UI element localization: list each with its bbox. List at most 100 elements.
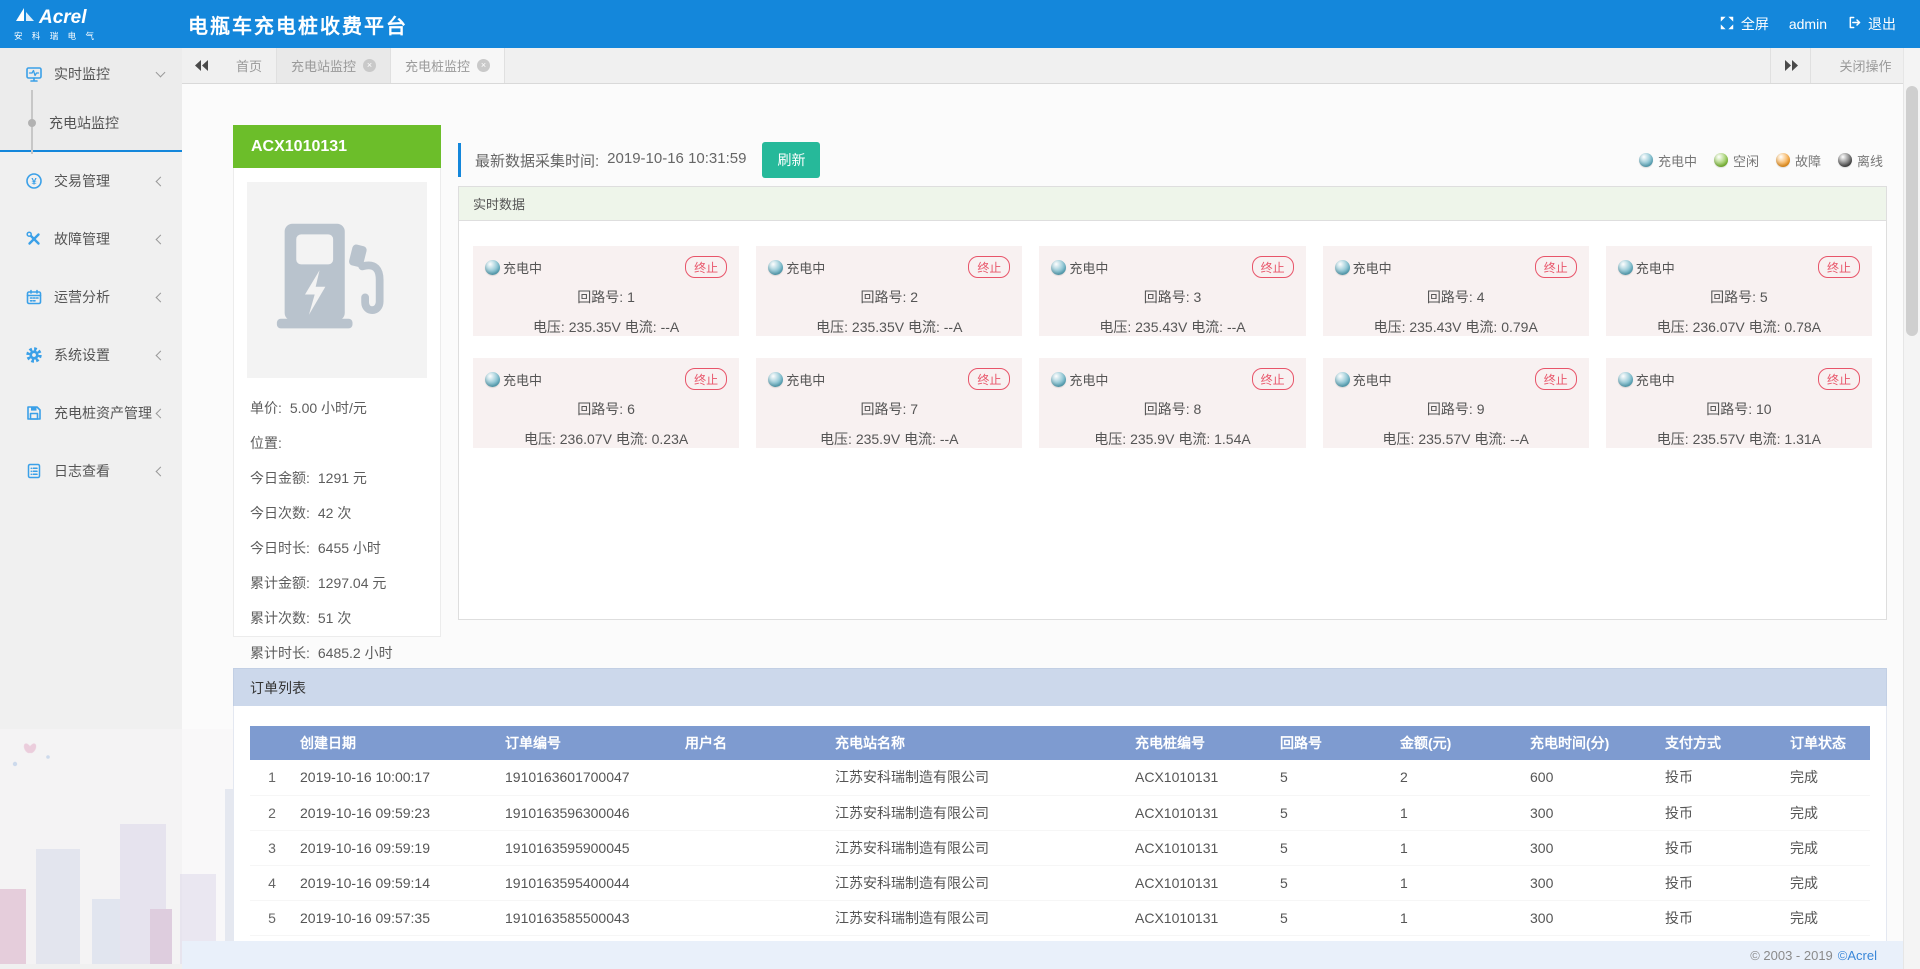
legend-item: 充电中 [1639, 151, 1697, 170]
cell-charge-minutes: 300 [1524, 900, 1659, 935]
scrollbar-thumb[interactable] [1906, 86, 1918, 336]
circuit-card: 充电中 终止 回路号: 9 电压: 235.57 [1323, 358, 1589, 448]
cell-created-date: 2019-10-16 09:57:35 [294, 900, 499, 935]
order-row[interactable]: 2 2019-10-16 09:59:23 1910163596300046 江… [250, 795, 1870, 830]
stat-value: 1291 元 [318, 468, 367, 488]
close-icon[interactable]: × [477, 59, 490, 72]
fullscreen-button[interactable]: 全屏 [1719, 14, 1769, 34]
terminate-button[interactable]: 终止 [968, 256, 1010, 278]
footer: © 2003 - 2019 ©Acrel [182, 941, 1903, 969]
voltage-value: 235.43V [1409, 319, 1461, 335]
sidebar-subitem-station-monitor[interactable]: 充电站监控 [0, 100, 182, 146]
column-header: 回路号 [1274, 726, 1394, 760]
terminate-button[interactable]: 终止 [1818, 368, 1860, 390]
sidebar-item-realtime-monitor[interactable]: 实时监控 [0, 48, 182, 100]
circuit-no-value: 6 [627, 401, 635, 417]
refresh-button[interactable]: 刷新 [762, 142, 820, 178]
sidebar-item-analysis[interactable]: 运营分析 [0, 268, 182, 326]
tab-pile-monitor[interactable]: 充电桩监控 × [391, 48, 505, 83]
order-row[interactable]: 5 2019-10-16 09:57:35 1910163585500043 江… [250, 900, 1870, 935]
terminate-button[interactable]: 终止 [1535, 368, 1577, 390]
tabs-scroll-right-button[interactable] [1770, 48, 1810, 83]
station-code: ACX1010131 [233, 125, 441, 168]
circuit-no-value: 5 [1760, 289, 1768, 305]
sidebar-item-logs[interactable]: 日志查看 [0, 442, 182, 500]
terminate-button[interactable]: 终止 [1252, 256, 1294, 278]
top-header: Acrel 安 科 瑞 电 气 电瓶车充电桩收费平台 全屏 admin 退出 [0, 0, 1920, 48]
circuit-no-value: 1 [627, 289, 635, 305]
current-label: 电流: [1474, 431, 1506, 447]
order-row[interactable]: 4 2019-10-16 09:59:14 1910163595400044 江… [250, 865, 1870, 900]
station-stats: 单价: 5.00 小时/元 位置: 今日金额: [247, 390, 427, 670]
cell-pay-method: 投币 [1659, 865, 1784, 900]
order-row[interactable]: 1 2019-10-16 10:00:17 1910163601700047 江… [250, 760, 1870, 795]
sidebar-item-fault[interactable]: 故障管理 [0, 210, 182, 268]
tab-station-monitor[interactable]: 充电站监控 × [277, 48, 391, 83]
user-menu[interactable]: admin [1789, 16, 1827, 32]
stat-label: 今日次数: [250, 503, 310, 523]
column-header: 订单编号 [499, 726, 679, 760]
cell-amount: 1 [1394, 795, 1524, 830]
terminate-button[interactable]: 终止 [685, 256, 727, 278]
cell-pile-no: ACX1010131 [1129, 760, 1274, 795]
circuit-no-value: 10 [1756, 401, 1772, 417]
column-header [250, 726, 294, 760]
column-header: 创建日期 [294, 726, 499, 760]
acrel-footer-link[interactable]: ©Acrel [1838, 948, 1877, 963]
circuit-no-label: 回路号: [1427, 289, 1473, 305]
acrel-logo: Acrel 安 科 瑞 电 气 [0, 6, 182, 42]
circuit-status: 充电中 [1069, 258, 1108, 277]
tab-bar: 首页 充电站监控 × 充电桩监控 × 关闭操作 [182, 48, 1920, 84]
charging-status-dot-icon [1051, 260, 1066, 275]
tabs-scroll-left-button[interactable] [182, 48, 222, 83]
orders-table-header: 创建日期订单编号用户名充电站名称充电桩编号回路号金额(元)充电时间(分)支付方式… [250, 726, 1870, 760]
collect-time-label: 最新数据采集时间: [475, 150, 599, 171]
vertical-scrollbar[interactable] [1903, 48, 1920, 969]
stat-label: 累计时长: [250, 643, 310, 663]
logout-button[interactable]: 退出 [1847, 14, 1896, 34]
cell-station-name: 江苏安科瑞制造有限公司 [829, 760, 1129, 795]
terminate-button[interactable]: 终止 [968, 368, 1010, 390]
sidebar-item-label: 实时监控 [54, 64, 110, 84]
circuit-no-value: 7 [910, 401, 918, 417]
stat-value: 1297.04 元 [318, 573, 387, 593]
terminate-button[interactable]: 终止 [1252, 368, 1294, 390]
voltage-value: 235.57V [1418, 431, 1470, 447]
sidebar-item-settings[interactable]: 系统设置 [0, 326, 182, 384]
charging-status-dot-icon [1335, 260, 1350, 275]
cell-charge-minutes: 300 [1524, 865, 1659, 900]
logo-text: Acrel [39, 8, 87, 27]
cell-amount: 1 [1394, 830, 1524, 865]
sidebar-item-asset[interactable]: 充电桩资产管理 [0, 384, 182, 442]
terminate-button[interactable]: 终止 [685, 368, 727, 390]
status-dot-icon [1714, 153, 1728, 167]
sidebar-subitem-label: 充电站监控 [49, 113, 119, 133]
close-icon[interactable]: × [363, 59, 376, 72]
sidebar-item-trade[interactable]: ¥ 交易管理 [0, 152, 182, 210]
cell-pile-no: ACX1010131 [1129, 900, 1274, 935]
cell-station-name: 江苏安科瑞制造有限公司 [829, 900, 1129, 935]
voltage-label: 电压: [1657, 319, 1689, 335]
circuit-status: 充电中 [503, 258, 542, 277]
terminate-button[interactable]: 终止 [1818, 256, 1860, 278]
terminate-button[interactable]: 终止 [1535, 256, 1577, 278]
cell-order-no: 1910163601700047 [499, 760, 679, 795]
order-row[interactable]: 3 2019-10-16 09:59:19 1910163595900045 江… [250, 830, 1870, 865]
circuit-no-value: 9 [1477, 401, 1485, 417]
circuit-card: 充电中 终止 回路号: 4 电压: 235.43 [1323, 246, 1589, 336]
tab-home[interactable]: 首页 [222, 48, 277, 83]
log-document-icon [25, 462, 43, 480]
voltage-value: 235.35V [852, 319, 904, 335]
cell-created-date: 2019-10-16 09:59:23 [294, 795, 499, 830]
sidebar-item-label: 充电桩资产管理 [54, 403, 152, 423]
cell-circuit-no: 5 [1274, 900, 1394, 935]
circuit-card: 充电中 终止 回路号: 10 电压: 235.5 [1606, 358, 1872, 448]
tabbar-spacer [505, 48, 1770, 83]
circuit-card: 充电中 终止 回路号: 6 电压: 236.07 [473, 358, 739, 448]
gear-icon [25, 346, 43, 364]
current-label: 电流: [904, 431, 936, 447]
current-label: 电流: [1178, 431, 1210, 447]
stat-label: 今日时长: [250, 538, 310, 558]
cell-pay-method: 投币 [1659, 760, 1784, 795]
voltage-label: 电压: [1374, 319, 1406, 335]
